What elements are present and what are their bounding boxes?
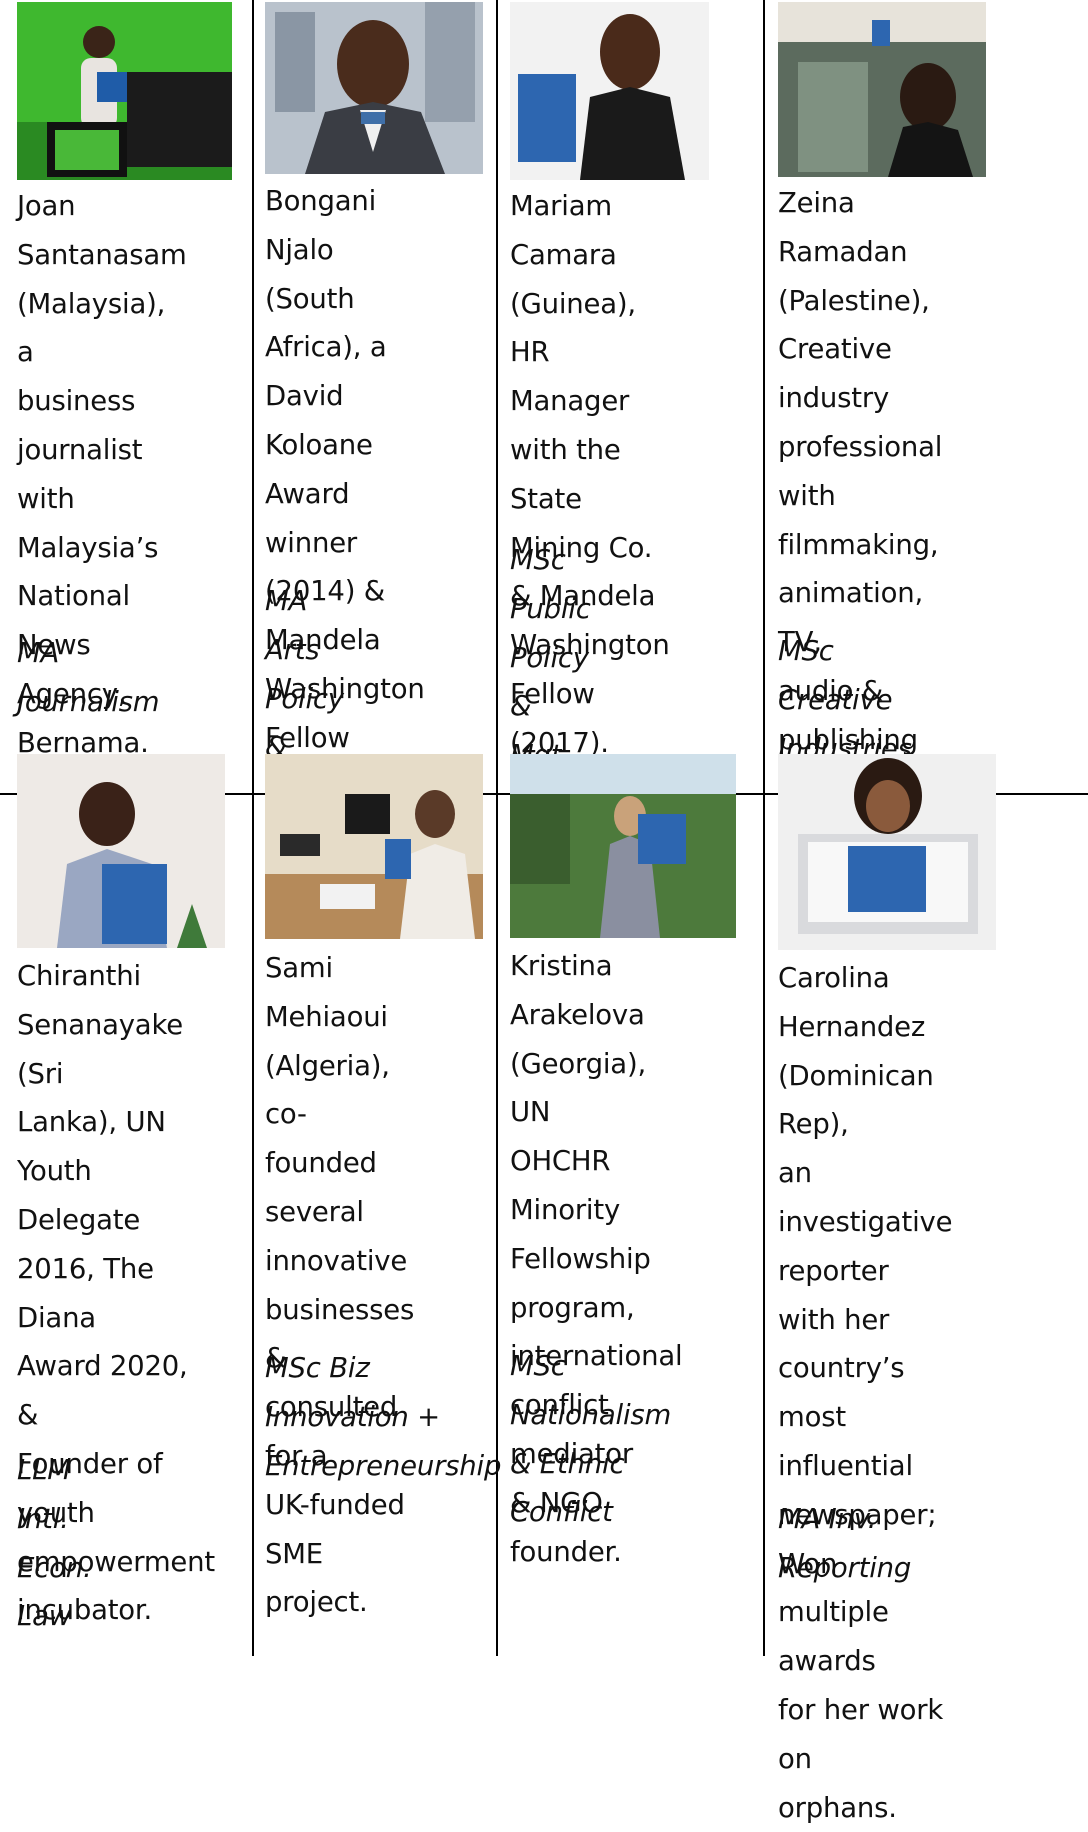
photo-carolina-hernandez [778,754,996,950]
photo-bongani-njalo [265,2,483,174]
cell-course: LLM Intl. Econ. Law [17,1454,92,1633]
column-divider [252,0,254,1656]
cell-course: MA Inv. Reporting [778,1503,912,1584]
photo-zeina-ramadan [778,2,986,177]
photo-sami-mehiaoui [265,754,483,939]
cell-course: MSc Creative Industries [778,635,912,765]
cell-description: Sami Mehiaoui (Algeria), co- founded sev… [265,952,415,1619]
photo-joan-santanasam [17,2,232,180]
cell-course: MSc Biz Innovation + Entrepreneurship [265,1352,502,1482]
cell-course: MSc Nationalism & Ethnic Conflict [510,1350,672,1529]
cell-course: MSc Public Policy & Mgt [510,544,591,771]
cell-description: Carolina Hernandez (Dominican Rep), an i… [778,962,953,1824]
cell-course: MA Journalism [17,637,160,718]
photo-chiranthi-senanayake [17,754,225,948]
photo-kristina-arakelova [510,754,736,938]
scholars-table: Joan Santanasam (Malaysia), a business j… [0,0,1088,1824]
column-divider [763,0,765,1656]
photo-mariam-camara [510,2,709,180]
